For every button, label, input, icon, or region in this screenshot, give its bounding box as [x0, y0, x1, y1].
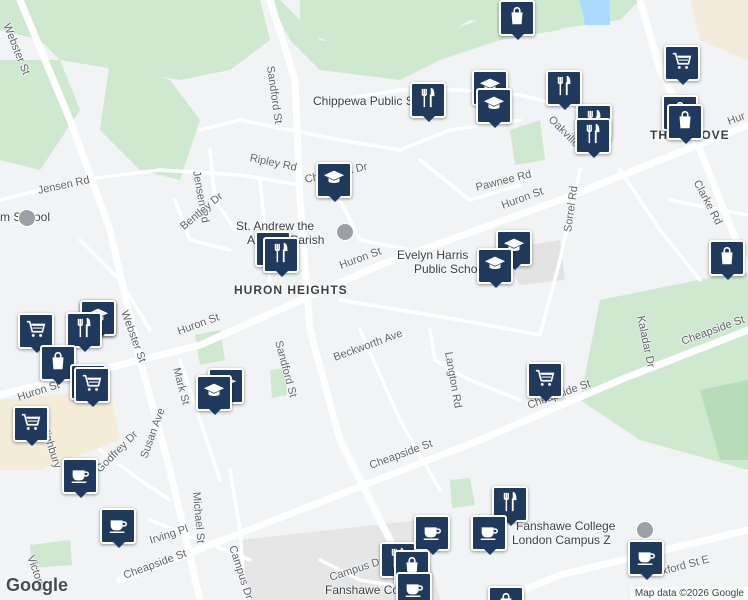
map-marker-shopping-bag[interactable]: [488, 586, 524, 600]
poi-label-evelyn-2: Public School: [414, 262, 487, 276]
area-label-huron-heights: HURON HEIGHTS: [234, 283, 348, 297]
map-marker-school[interactable]: [476, 88, 512, 128]
shopping-bag-icon: [495, 591, 517, 600]
map-marker-shopping-cart[interactable]: [527, 362, 563, 402]
school-icon: [323, 167, 345, 194]
coffee-icon: [421, 520, 443, 547]
map-marker-coffee[interactable]: [62, 458, 98, 498]
restaurant-icon: [270, 242, 292, 269]
poi-label-fanshawe-2: London Campus Z: [512, 533, 611, 547]
shopping-cart-icon: [81, 372, 103, 399]
map-marker-coffee[interactable]: [100, 508, 136, 548]
coffee-icon: [403, 577, 425, 600]
school-pin-icon: [18, 209, 36, 227]
restaurant-icon: [499, 491, 521, 518]
google-logo[interactable]: Google: [6, 575, 68, 596]
school-icon: [484, 253, 506, 280]
map-marker-coffee[interactable]: [628, 540, 664, 580]
poi-label-fanshawe-1: Fanshawe College: [516, 519, 616, 533]
shopping-bag-icon: [674, 109, 696, 136]
map-marker-coffee[interactable]: [471, 515, 507, 555]
shopping-bag-icon: [506, 5, 528, 32]
restaurant-icon: [582, 123, 604, 150]
map-marker-shopping-cart[interactable]: [74, 367, 110, 407]
shopping-cart-icon: [534, 367, 556, 394]
restaurant-icon: [73, 317, 95, 344]
map-marker-shopping-bag[interactable]: [499, 0, 535, 40]
church-icon: [336, 223, 354, 241]
coffee-icon: [635, 545, 657, 572]
shopping-bag-icon: [716, 245, 738, 272]
map-attribution[interactable]: Map data ©2026 Google: [630, 587, 748, 600]
coffee-icon: [107, 513, 129, 540]
shopping-cart-icon: [25, 318, 47, 345]
school-icon: [203, 380, 225, 407]
map-marker-shopping-cart[interactable]: [13, 406, 49, 446]
restaurant-icon: [417, 87, 439, 114]
school-icon: [483, 93, 505, 120]
map-marker-coffee[interactable]: [396, 572, 432, 600]
map-marker-school[interactable]: [477, 248, 513, 288]
map-marker-shopping-bag[interactable]: [709, 240, 745, 280]
map-marker-coffee[interactable]: [414, 515, 450, 555]
shopping-bag-icon: [47, 350, 69, 377]
map-canvas[interactable]: HURON HEIGHTS Chippewa Public School St.…: [0, 0, 748, 600]
coffee-icon: [478, 520, 500, 547]
shopping-cart-icon: [20, 411, 42, 438]
map-marker-restaurant[interactable]: [575, 118, 611, 158]
restaurant-icon: [553, 75, 575, 102]
poi-label-evelyn-1: Evelyn Harris: [397, 248, 469, 262]
coffee-icon: [69, 463, 91, 490]
map-marker-school[interactable]: [196, 375, 232, 415]
map-marker-school[interactable]: [316, 162, 352, 202]
map-marker-shopping-cart[interactable]: [664, 45, 700, 85]
map-marker-shopping-bag[interactable]: [667, 104, 703, 144]
map-marker-restaurant[interactable]: [263, 237, 299, 277]
school-pin-icon: [636, 521, 654, 539]
shopping-cart-icon: [671, 50, 693, 77]
map-marker-restaurant[interactable]: [410, 82, 446, 122]
